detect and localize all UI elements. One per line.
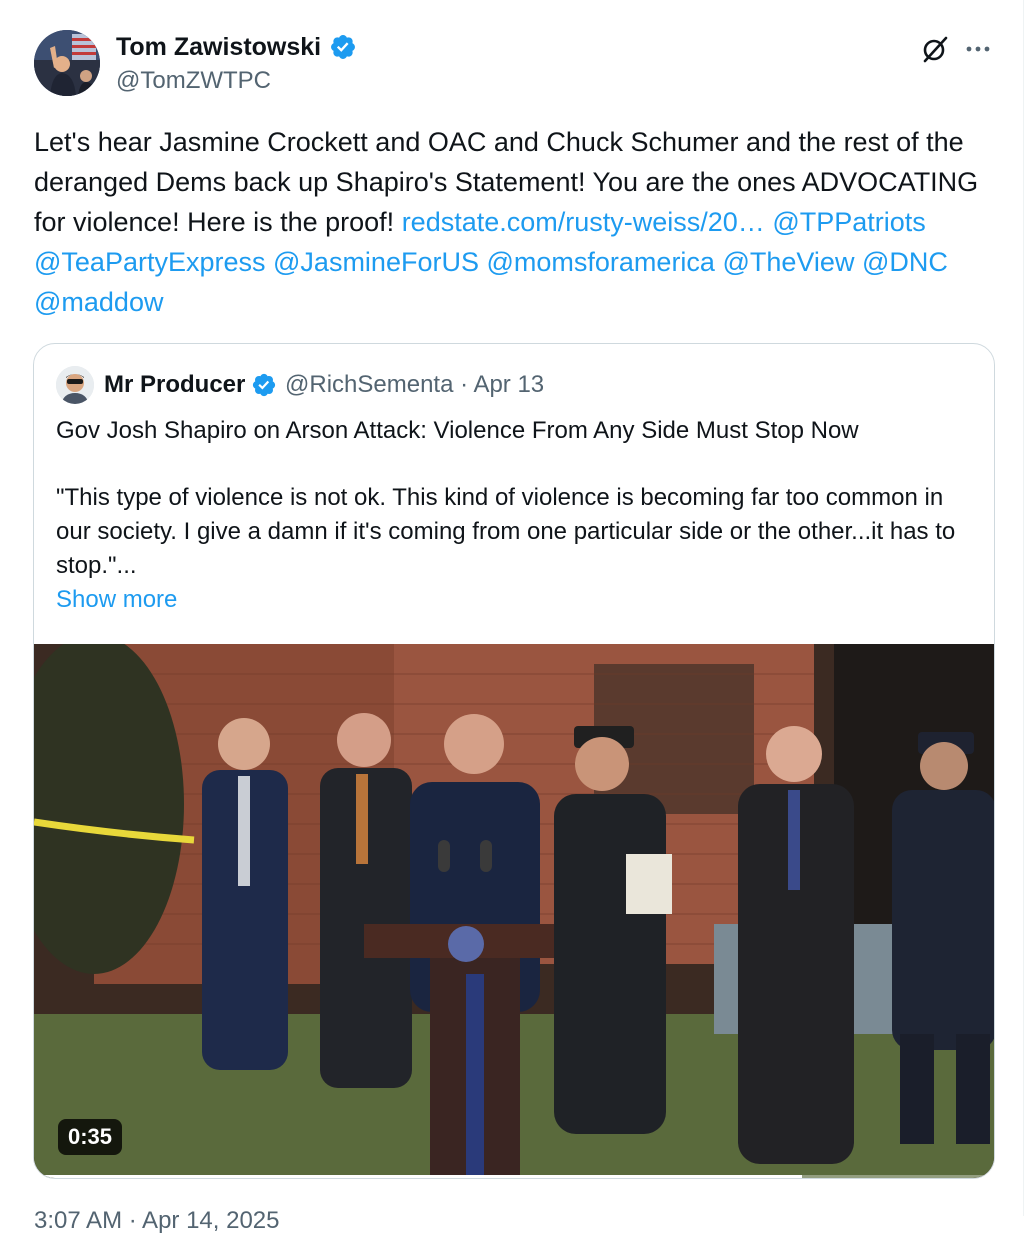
quoted-tweet-card[interactable]: Mr Producer @RichSementa · Apr 13 Gov Jo… bbox=[33, 343, 995, 1179]
quoted-quote-text: "This type of violence is not ok. This k… bbox=[56, 484, 956, 579]
tweet-text: Let's hear Jasmine Crockett and OAC and … bbox=[34, 122, 1004, 322]
mention-link[interactable]: @JasmineForUS bbox=[273, 247, 479, 277]
avatar-image bbox=[34, 30, 100, 96]
url-link[interactable]: redstate.com/rusty-weiss/20… bbox=[402, 207, 765, 237]
mention-link[interactable]: @TPPatriots bbox=[772, 207, 925, 237]
author-handle[interactable]: @TomZWTPC bbox=[116, 66, 271, 96]
mention-link[interactable]: @TeaPartyExpress bbox=[34, 247, 266, 277]
video-thumbnail bbox=[34, 644, 994, 1178]
quoted-author-avatar[interactable] bbox=[56, 366, 94, 404]
video-player[interactable]: 0:35 bbox=[34, 644, 994, 1178]
tweet-text-segment bbox=[854, 247, 862, 277]
tweet-text-segment bbox=[479, 247, 487, 277]
quoted-verified-badge-icon bbox=[252, 373, 276, 397]
video-progress-fill bbox=[34, 1175, 802, 1178]
video-duration: 0:35 bbox=[58, 1119, 123, 1155]
mention-link[interactable]: @maddow bbox=[34, 287, 163, 317]
author-name[interactable]: Tom Zawistowski bbox=[116, 32, 321, 62]
verified-badge-icon bbox=[331, 35, 355, 59]
tweet-timestamp[interactable]: 3:07 AM · Apr 14, 2025 bbox=[34, 1206, 280, 1236]
quoted-avatar-image bbox=[56, 366, 94, 404]
quoted-title: Gov Josh Shapiro on Arson Attack: Violen… bbox=[56, 417, 859, 444]
mention-link[interactable]: @TheView bbox=[722, 247, 854, 277]
author-avatar[interactable] bbox=[34, 30, 100, 96]
show-more-link[interactable]: Show more bbox=[56, 583, 177, 617]
mention-link[interactable]: @DNC bbox=[862, 247, 948, 277]
quoted-handle-date[interactable]: @RichSementa · Apr 13 bbox=[285, 370, 544, 400]
grok-icon[interactable] bbox=[919, 33, 951, 65]
mention-link[interactable]: @momsforamerica bbox=[487, 247, 715, 277]
more-options-icon[interactable] bbox=[962, 36, 994, 62]
tweet-text-segment bbox=[266, 247, 274, 277]
quoted-author-name[interactable]: Mr Producer bbox=[104, 370, 245, 400]
